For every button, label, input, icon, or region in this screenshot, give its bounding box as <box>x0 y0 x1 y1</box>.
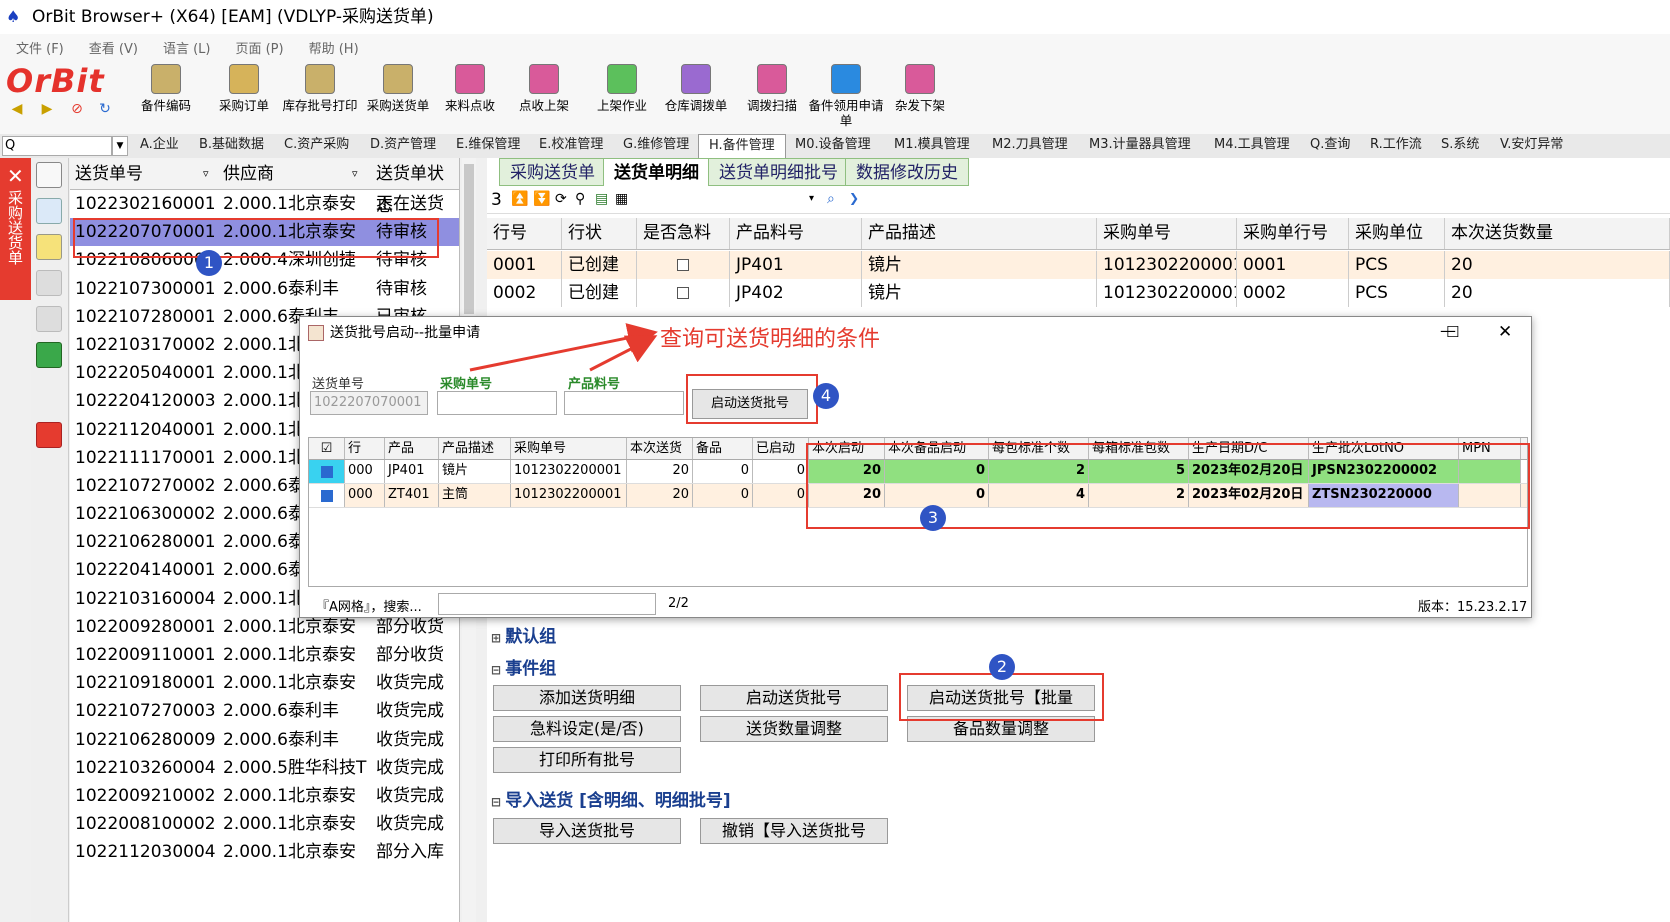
highlight-box-4 <box>686 374 818 424</box>
highlight-box-1 <box>73 218 439 258</box>
highlight-box-3 <box>806 443 1530 529</box>
step-badge-3: 3 <box>920 505 946 531</box>
step-badge-4: 4 <box>813 383 839 409</box>
step-badge-2: 2 <box>989 654 1015 680</box>
step-badge-1: 1 <box>196 250 222 276</box>
highlight-box-2 <box>899 673 1104 721</box>
